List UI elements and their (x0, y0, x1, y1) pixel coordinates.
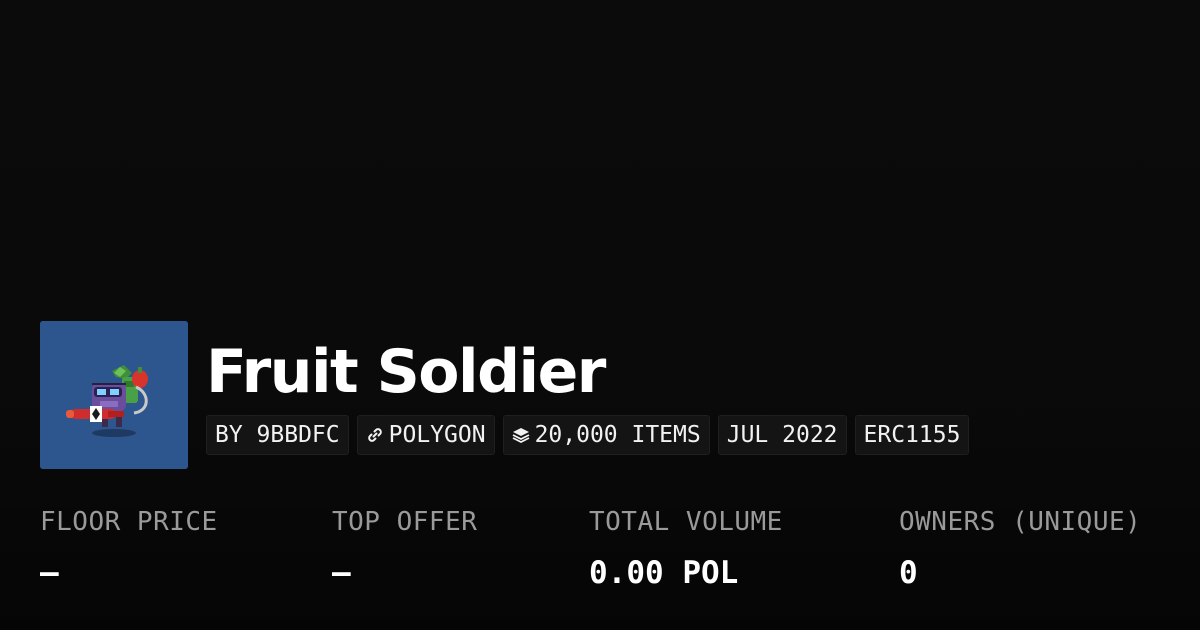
date-tag: JUL 2022 (717, 415, 847, 455)
items-tag-label: 20,000 ITEMS (534, 422, 701, 448)
total-volume-label: TOTAL VOLUME (589, 507, 783, 537)
top-offer-stat: TOP OFFER – (332, 505, 477, 591)
chain-link-icon (366, 426, 384, 444)
owners-stat: OWNERS (UNIQUE) 0 (899, 505, 1141, 591)
floor-price-stat: FLOOR PRICE – (40, 505, 218, 591)
top-offer-value: – (332, 555, 351, 591)
creator-tag[interactable]: BY 9BBDFC (206, 415, 349, 455)
standard-tag: ERC1155 (854, 415, 970, 455)
standard-tag-label: ERC1155 (863, 422, 961, 448)
collection-tags: BY 9BBDFC POLYGON 20,000 ITEMS JUL 2022 … (206, 415, 970, 455)
total-volume-value: 0.00 POL (589, 555, 739, 591)
floor-price-value: – (40, 555, 59, 591)
date-tag-label: JUL 2022 (726, 422, 838, 448)
chain-tag-label: POLYGON (388, 422, 486, 448)
owners-label: OWNERS (UNIQUE) (899, 507, 1142, 537)
top-offer-label: TOP OFFER (332, 507, 478, 537)
floor-price-label: FLOOR PRICE (40, 507, 218, 537)
total-volume-stat: TOTAL VOLUME 0.00 POL (589, 505, 783, 591)
layers-icon (512, 426, 530, 444)
collection-avatar (40, 321, 188, 469)
owners-value: 0 (899, 555, 918, 591)
fruit-soldier-image (40, 321, 188, 469)
items-tag[interactable]: 20,000 ITEMS (502, 415, 710, 455)
chain-tag[interactable]: POLYGON (356, 415, 495, 455)
collection-title: Fruit Soldier (206, 337, 606, 407)
creator-tag-label: BY 9BBDFC (215, 422, 340, 448)
